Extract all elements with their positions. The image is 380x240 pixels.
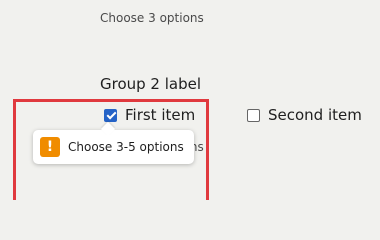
checkbox-option-first-item[interactable]: First item (104, 106, 195, 124)
warning-icon: ! (40, 137, 60, 157)
tooltip-text: Choose 3-5 options (68, 140, 184, 154)
group1-hint: Choose 3 options (100, 11, 204, 25)
group2-label: Group 2 label (100, 75, 202, 93)
checkbox-checked[interactable] (104, 108, 117, 122)
checkbox-option-second-item[interactable]: Second item (247, 106, 362, 124)
validation-tooltip: ! Choose 3-5 options (33, 130, 194, 164)
checkbox-form: Choose 3 options Group 2 label First ite… (0, 0, 380, 200)
option-label: Second item (268, 106, 362, 124)
option-label: First item (125, 106, 196, 124)
checkbox-unchecked[interactable] (247, 108, 260, 122)
